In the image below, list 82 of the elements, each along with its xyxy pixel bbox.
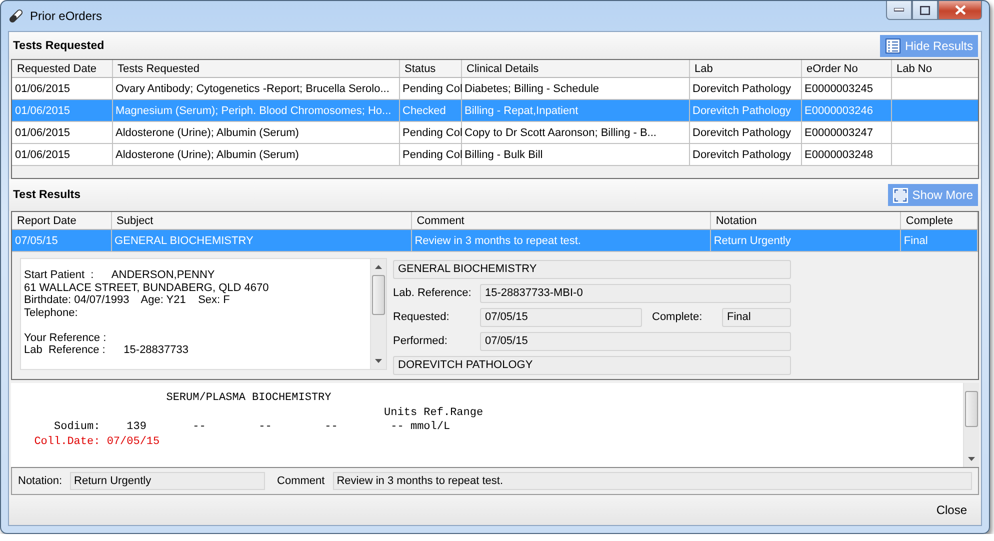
table-cell: E0000003248: [801, 144, 891, 166]
report-line: Sodium: 139 -- -- -- -- mmol/L: [53, 420, 452, 434]
column-header[interactable]: Tests Requested: [112, 60, 399, 78]
field-label: Comment: [277, 475, 325, 487]
patient-detail-line: Lab Reference : 15-28837733: [24, 344, 190, 356]
patient-detail-line: Birthdate: 04/07/1993 Age: Y21 Sex: F: [24, 294, 231, 306]
table-cell: Review in 3 months to repeat test.: [411, 230, 710, 252]
table-cell: Magnesium (Serum); Periph. Blood Chromosomes; Ho...: [112, 100, 399, 122]
patient-detail-line: Your Reference :: [24, 332, 108, 344]
lab-reference-field: 15-28837733-MBI-0: [480, 284, 791, 302]
table-cell: Aldosterone (Urine); Albumin (Serum): [112, 144, 399, 166]
table-cell: Diabetes; Billing - Schedule: [461, 78, 689, 100]
close-icon: [954, 5, 966, 15]
field-label: Lab. Reference:: [393, 287, 472, 299]
table-cell: GENERAL BIOCHEMISTRY: [111, 230, 412, 252]
table-cell: 01/06/2015: [12, 144, 112, 166]
column-header[interactable]: Report Date: [12, 212, 112, 230]
table-cell: Copy to Dr Scott Aaronson; Billing - B...: [461, 122, 689, 144]
notation-field: Return Urgently: [70, 472, 266, 490]
close-dialog-button[interactable]: Close: [934, 501, 969, 519]
field-label: Complete:: [651, 311, 704, 323]
maximize-button[interactable]: [912, 1, 938, 20]
table-cell: 01/06/2015: [12, 122, 112, 144]
column-header[interactable]: Lab: [689, 60, 801, 78]
patient-detail-line: Start Patient : ANDERSON,PENNY: [24, 269, 216, 282]
complete-field: Final: [722, 308, 791, 326]
table-cell: 07/05/15: [12, 230, 112, 252]
close-button[interactable]: [938, 1, 982, 20]
column-header[interactable]: eOrder No: [801, 60, 891, 78]
scroll-up-icon: [375, 265, 382, 269]
table-cell: Dorevitch Pathology: [689, 100, 801, 122]
minimize-button[interactable]: [886, 1, 912, 20]
table-cell: Checked: [399, 100, 461, 122]
report-line: Coll.Date: 07/05/15: [33, 434, 161, 449]
scroll-down-icon: [968, 457, 975, 461]
table-cell: E0000003245: [801, 78, 891, 100]
window-title: Prior eOrders: [30, 9, 102, 23]
column-header[interactable]: Notation: [710, 212, 900, 230]
section-title: Test Results: [13, 189, 81, 201]
column-header[interactable]: Complete: [900, 212, 978, 230]
field-label: Performed:: [393, 335, 448, 347]
requested-field: 07/05/15: [480, 308, 642, 326]
table-cell: E0000003247: [801, 122, 891, 144]
table-cell: Aldosterone (Urine); Albumin (Serum): [112, 122, 399, 144]
table-cell: 01/06/2015: [12, 100, 112, 122]
table-cell: Ovary Antibody; Cytogenetics -Report; Brucella Serolo...: [112, 78, 399, 100]
minimize-icon: [894, 8, 904, 12]
column-header[interactable]: Clinical Details: [461, 60, 689, 78]
table-cell: Dorevitch Pathology: [689, 122, 801, 144]
column-header[interactable]: Status: [399, 60, 461, 78]
report-line: SERUM/PLASMA BIOCHEMISTRY: [165, 391, 332, 406]
subject-field: GENERAL BIOCHEMISTRY: [393, 260, 791, 278]
performed-field: 07/05/15: [480, 332, 791, 350]
column-header[interactable]: Lab No: [891, 60, 978, 78]
column-header[interactable]: Subject: [111, 212, 412, 230]
column-header[interactable]: Requested Date: [12, 60, 112, 78]
table-cell: Dorevitch Pathology: [689, 78, 801, 100]
section-title: Tests Requested: [13, 40, 104, 52]
patient-detail-line: 61 WALLACE STREET, BUNDABERG, QLD 4670: [24, 282, 270, 294]
expand-icon: [893, 188, 908, 202]
scrollbar[interactable]: [963, 383, 979, 467]
report-line: Units Ref.Range: [383, 406, 484, 420]
table-cell: E0000003246: [801, 100, 891, 122]
lab-field: DOREVITCH PATHOLOGY: [393, 356, 791, 374]
scrollbar[interactable]: [370, 259, 386, 369]
field-label: Requested:: [393, 311, 450, 323]
field-label: Notation:: [18, 475, 62, 487]
maximize-icon: [920, 6, 930, 14]
table-cell: Final: [900, 230, 978, 252]
table-cell: Dorevitch Pathology: [689, 144, 801, 166]
table-cell: Return Urgently: [710, 230, 900, 252]
table-cell: Billing - Bulk Bill: [461, 144, 689, 166]
column-header[interactable]: Comment: [411, 212, 710, 230]
comment-field: Review in 3 months to repeat test.: [332, 472, 972, 490]
scroll-down-icon: [375, 359, 382, 363]
list-icon: [884, 38, 901, 54]
table-cell: 01/06/2015: [12, 78, 112, 100]
table-cell: Pending Col: [399, 122, 461, 144]
table-cell: Billing - Repat,Inpatient: [461, 100, 689, 122]
patient-detail-line: Telephone:: [24, 306, 79, 319]
table-cell: Pending Col: [399, 78, 461, 100]
table-cell: Pending Col: [399, 144, 461, 166]
